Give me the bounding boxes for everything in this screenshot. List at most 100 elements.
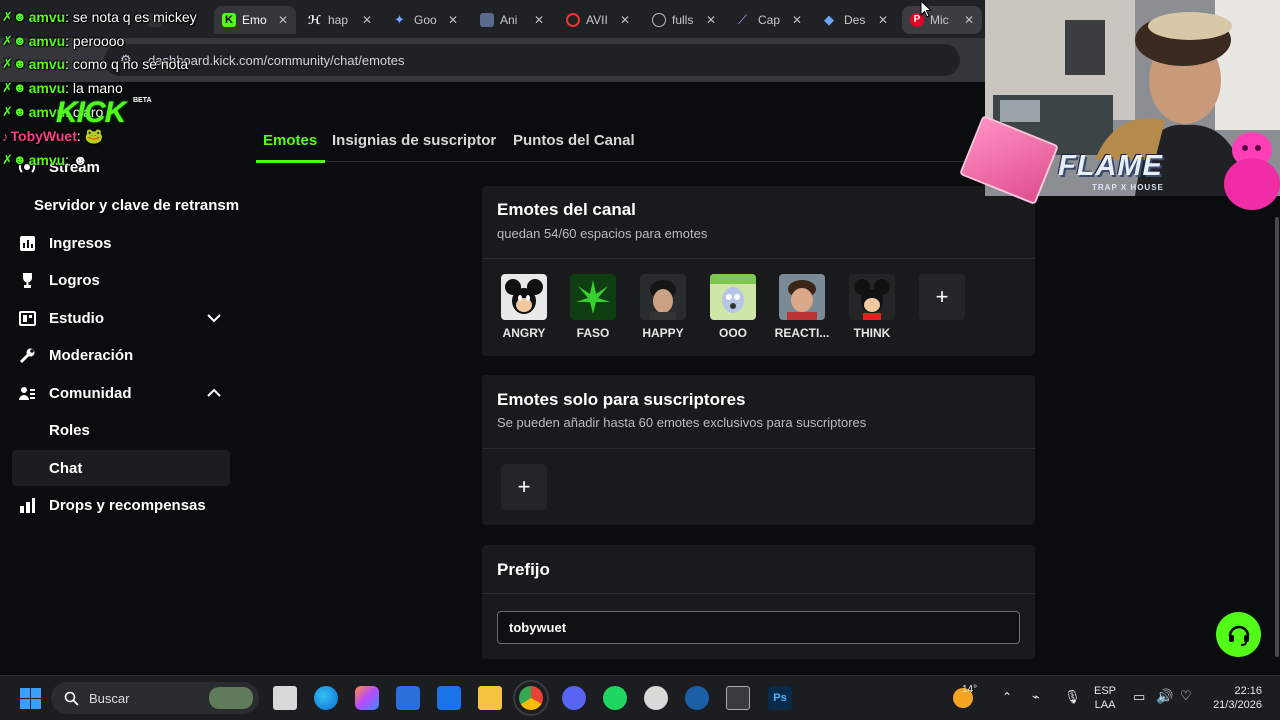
- language-indicator[interactable]: ESP LAA: [1094, 684, 1116, 712]
- obs-icon[interactable]: [644, 686, 668, 710]
- wrench-icon: [18, 346, 36, 364]
- spotify-icon[interactable]: [603, 686, 627, 710]
- emote-item[interactable]: THINK: [842, 274, 902, 354]
- close-icon[interactable]: ✕: [878, 13, 888, 27]
- diamond-icon: ◆: [824, 12, 834, 27]
- beta-badge: BETA: [133, 97, 152, 104]
- windows-taskbar: Buscar Ps 14° ⌃ ⌁ 🎙 ESP LAA ▭ 🔊 ♡ 22:16 …: [0, 675, 1280, 720]
- sidebar-item-chat[interactable]: Chat: [12, 450, 230, 486]
- browser-tab[interactable]: ⟋ Cap ✕: [730, 6, 810, 34]
- divider: [482, 448, 1035, 449]
- stream-chat-overlay: ✗☻ amvu : se nota q es mickey ✗☻ amvu : …: [0, 4, 240, 174]
- support-chat-button[interactable]: [1216, 612, 1261, 657]
- clock[interactable]: 22:16 21/3/2026: [1206, 684, 1262, 712]
- feather-icon: ⟋: [738, 12, 748, 27]
- microphone-icon[interactable]: 🎙: [1064, 689, 1081, 705]
- steam-icon[interactable]: [685, 686, 709, 710]
- sidebar-item-label: Moderación: [49, 346, 134, 364]
- browser-tab[interactable]: ◆ Des ✕: [816, 6, 896, 34]
- emote-item[interactable]: ANGRY: [494, 274, 554, 354]
- close-icon[interactable]: ✕: [620, 13, 630, 27]
- add-sub-emote-button[interactable]: +: [501, 464, 547, 510]
- moderator-badge-icon: ✗☻: [2, 80, 27, 95]
- sidebar-item-logros[interactable]: Logros: [12, 262, 230, 298]
- plus-icon: +: [517, 474, 531, 499]
- pink-character-sticker: [1224, 132, 1280, 210]
- globe-icon: [652, 13, 666, 27]
- sidebar-item-stream-key[interactable]: Servidor y clave de retransm: [28, 187, 245, 223]
- emote-item[interactable]: HAPPY: [633, 274, 693, 354]
- sidebar-item-estudio[interactable]: Estudio: [12, 300, 230, 336]
- emote-item[interactable]: REACTI...: [772, 274, 832, 354]
- chevron-up-icon[interactable]: [206, 385, 222, 405]
- sidebar-item-label: Logros: [49, 271, 100, 289]
- taskbar-search[interactable]: Buscar: [51, 682, 259, 714]
- browser-tab[interactable]: Ani ✕: [472, 6, 552, 34]
- close-icon[interactable]: ✕: [278, 13, 288, 27]
- battery-icon[interactable]: ♡: [1180, 688, 1192, 704]
- network-icon[interactable]: ⌁: [1032, 689, 1040, 705]
- close-icon[interactable]: ✕: [964, 13, 974, 27]
- photoshop-icon[interactable]: Ps: [768, 686, 792, 710]
- discord-icon[interactable]: [562, 686, 586, 710]
- outlook-icon[interactable]: [437, 686, 461, 710]
- subscriber-emotes-card: Emotes solo para suscriptores Se pueden …: [482, 375, 1035, 525]
- community-icon: [18, 384, 36, 402]
- copilot-icon[interactable]: [355, 686, 379, 710]
- emote-image: [570, 274, 616, 320]
- sidebar-item-ingresos[interactable]: Ingresos: [12, 225, 230, 261]
- task-view-icon[interactable]: [273, 686, 297, 710]
- chart-icon: [18, 234, 36, 252]
- prefix-input[interactable]: [497, 611, 1020, 644]
- edge-icon[interactable]: [314, 686, 338, 710]
- emote-image: [779, 274, 825, 320]
- sidebar-item-moderacion[interactable]: Moderación: [12, 337, 230, 373]
- search-label: Buscar: [89, 690, 130, 706]
- scrollbar-thumb[interactable]: [1275, 217, 1279, 657]
- tab-insignias[interactable]: Insignias de suscriptor: [332, 132, 496, 149]
- chat-message: ✗☻ amvu : se nota q es mickey: [2, 9, 197, 25]
- sidebar-item-roles[interactable]: Roles: [12, 412, 230, 448]
- card-title: Emotes del canal: [497, 200, 636, 219]
- emote-label: REACTI...: [774, 326, 830, 340]
- close-icon[interactable]: ✕: [534, 13, 544, 27]
- browser-tab[interactable]: AVII ✕: [558, 6, 638, 34]
- tab-puntos[interactable]: Puntos del Canal: [513, 132, 635, 149]
- mic-badge-icon: ♪: [2, 128, 9, 144]
- browser-tab[interactable]: P Mic ✕: [902, 6, 982, 34]
- tab-emotes[interactable]: Emotes: [263, 132, 317, 149]
- studio-icon: [18, 309, 36, 327]
- windows-start-icon[interactable]: [20, 688, 41, 709]
- sidebar-item-drops[interactable]: Drops y recompensas: [12, 487, 230, 523]
- app-icon[interactable]: [726, 686, 750, 710]
- add-emote-button[interactable]: +: [919, 274, 965, 320]
- chevron-up-icon[interactable]: ⌃: [1002, 690, 1012, 704]
- emote-item[interactable]: FASO: [563, 274, 623, 354]
- mouse-cursor-icon: [920, 0, 932, 18]
- clock-date: 21/3/2026: [1213, 699, 1262, 711]
- circle-icon: [566, 13, 580, 27]
- channel-emotes-card: Emotes del canal quedan 54/60 espacios p…: [482, 186, 1035, 356]
- close-icon[interactable]: ✕: [448, 13, 458, 27]
- close-icon[interactable]: ✕: [706, 13, 716, 27]
- search-icon: [64, 691, 79, 706]
- volume-icon[interactable]: 🔊: [1156, 688, 1173, 705]
- file-explorer-icon[interactable]: [478, 686, 502, 710]
- emote-item[interactable]: OOO: [703, 274, 763, 354]
- sidebar-item-comunidad[interactable]: Comunidad: [12, 375, 230, 411]
- browser-tab[interactable]: fulls ✕: [644, 6, 724, 34]
- close-icon[interactable]: ✕: [362, 13, 372, 27]
- active-tab-indicator: [256, 160, 325, 163]
- close-icon[interactable]: ✕: [792, 13, 802, 27]
- store-icon[interactable]: [396, 686, 420, 710]
- display-icon[interactable]: ▭: [1133, 689, 1145, 705]
- chrome-icon[interactable]: [513, 680, 549, 716]
- drops-icon: [18, 496, 36, 514]
- emote-image: [501, 274, 547, 320]
- sidebar-item-label: Ingresos: [49, 234, 112, 252]
- chevron-down-icon[interactable]: [206, 310, 222, 330]
- browser-tab[interactable]: ✦ Goo ✕: [386, 6, 466, 34]
- sidebar-item-label: Roles: [49, 421, 90, 439]
- browser-tab[interactable]: ℋ hap ✕: [300, 6, 380, 34]
- emote-label: HAPPY: [642, 326, 684, 340]
